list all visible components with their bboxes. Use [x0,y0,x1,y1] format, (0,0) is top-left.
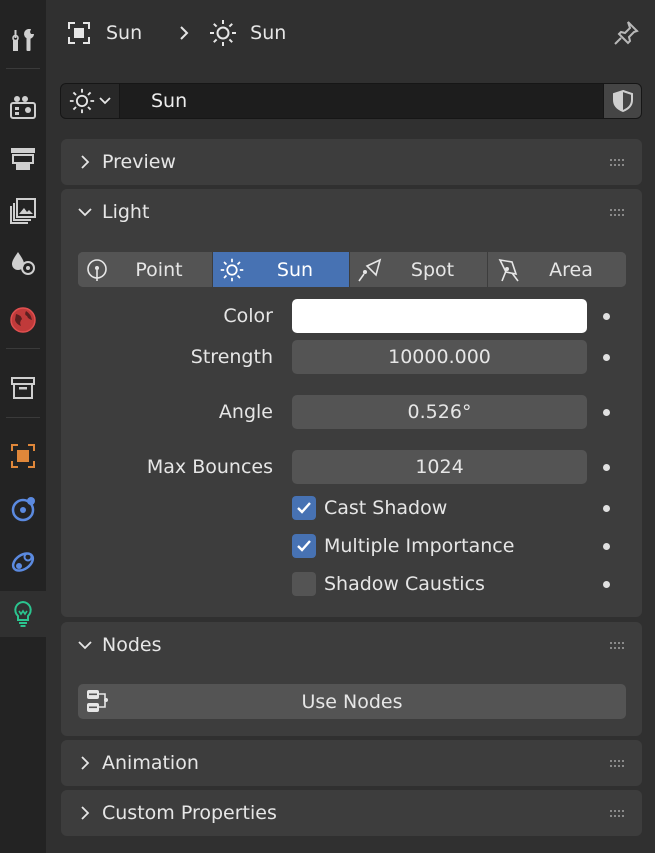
panel-custom-properties-title: Custom Properties [102,802,277,824]
chevron-right-icon [81,756,90,770]
panel-light-header[interactable]: Light [61,189,642,235]
panel-preview-header[interactable]: Preview [61,139,642,185]
color-label: Color [223,305,273,327]
breadcrumb-data-name: Sun [250,22,287,44]
chevron-down-icon [78,641,92,650]
panel-light: Light Point Sun Spot Area Color Strength… [61,189,642,617]
drag-grip-icon[interactable] [610,159,624,167]
chevron-down-icon [99,97,111,105]
drag-grip-icon[interactable] [610,209,624,217]
tab-output[interactable] [0,136,46,182]
constraints-icon [11,552,35,572]
light-data-icon [14,600,32,627]
keyframe-dot[interactable] [603,505,610,512]
checkmark-icon [297,540,311,552]
panel-preview-title: Preview [102,151,176,173]
chevron-right-icon [81,806,90,820]
tab-render[interactable] [0,84,46,130]
panel-nodes: Nodes Use Nodes [61,622,642,736]
datablock-name-field[interactable]: Sun [123,84,187,118]
tab-constraints[interactable] [0,539,46,585]
tab-world[interactable] [0,297,46,343]
shield-icon [612,89,633,113]
panel-custom-properties-header[interactable]: Custom Properties [61,790,642,836]
keyframe-dot[interactable] [603,543,610,550]
max-bounces-label: Max Bounces [146,456,273,478]
light-type-point-label: Point [135,258,183,281]
chevron-right-icon [180,26,189,40]
cast-shadow-checkbox[interactable] [292,496,316,520]
chevron-down-icon [78,208,92,217]
sun-icon [210,20,237,46]
panel-animation-title: Animation [102,752,199,774]
pin-icon [614,21,639,45]
color-swatch[interactable] [292,299,587,333]
keyframe-dot[interactable] [603,354,610,361]
panel-light-title: Light [102,201,150,223]
panel-custom-properties: Custom Properties [61,790,642,836]
light-type-point[interactable]: Point [78,252,213,287]
panel-preview: Preview [61,139,642,185]
drag-grip-icon[interactable] [610,810,624,818]
datablock-browse-button[interactable] [61,84,120,118]
max-bounces-field[interactable]: 1024 [292,450,587,484]
light-type-sun[interactable]: Sun [213,252,350,287]
cast-shadow-label: Cast Shadow [324,497,448,519]
tab-collection[interactable] [0,365,46,411]
light-type-area[interactable]: Area [488,252,626,287]
keyframe-dot[interactable] [603,409,610,416]
tab-view-layer[interactable] [0,188,46,234]
light-type-sun-label: Sun [276,258,314,281]
pin-button[interactable] [611,18,641,53]
tab-tool[interactable] [0,17,46,63]
properties-tab-bar [0,0,46,853]
keyframe-dot[interactable] [603,581,610,588]
breadcrumb: Sun Sun [60,0,655,66]
light-type-spot[interactable]: Spot [350,252,488,287]
scene-icon [12,252,35,275]
chevron-right-icon [81,155,90,169]
multiple-importance-checkbox[interactable] [292,534,316,558]
tab-object[interactable] [0,433,46,479]
panel-animation-header[interactable]: Animation [61,740,642,786]
angle-label: Angle [218,401,273,423]
sun-icon [69,88,95,114]
tool-icon [12,29,34,51]
light-type-area-label: Area [549,258,593,281]
shadow-caustics-checkbox[interactable] [292,572,316,596]
render-icon [10,96,36,119]
collection-icon [11,377,35,399]
shadow-caustics-label: Shadow Caustics [324,573,485,595]
fake-user-button[interactable] [603,84,641,118]
drag-grip-icon[interactable] [610,760,624,768]
object-icon [68,22,90,44]
panel-nodes-title: Nodes [102,634,162,656]
view-layer-icon [10,198,36,224]
breadcrumb-object-name: Sun [106,22,143,44]
tab-light-data[interactable] [0,591,46,637]
light-type-selector: Point Sun Spot Area [78,252,626,287]
panel-nodes-header[interactable]: Nodes [61,622,642,668]
keyframe-dot[interactable] [603,313,610,320]
multiple-importance-label: Multiple Importance [324,535,515,557]
tab-physics[interactable] [0,486,46,532]
strength-label: Strength [190,346,273,368]
use-nodes-label: Use Nodes [301,690,403,713]
tab-scene[interactable] [0,240,46,286]
panel-animation: Animation [61,740,642,786]
light-datablock-selector: Sun [60,83,642,119]
strength-field[interactable]: 10000.000 [292,340,587,374]
use-nodes-button[interactable]: Use Nodes [78,684,626,719]
angle-field[interactable]: 0.526° [292,395,587,429]
object-icon [11,444,35,468]
world-icon [10,307,36,333]
node-tree-icon [87,690,108,712]
checkmark-icon [297,502,311,514]
physics-icon [11,497,35,522]
drag-grip-icon[interactable] [610,642,624,650]
output-icon [11,148,35,170]
keyframe-dot[interactable] [603,464,610,471]
light-type-spot-label: Spot [410,258,455,281]
